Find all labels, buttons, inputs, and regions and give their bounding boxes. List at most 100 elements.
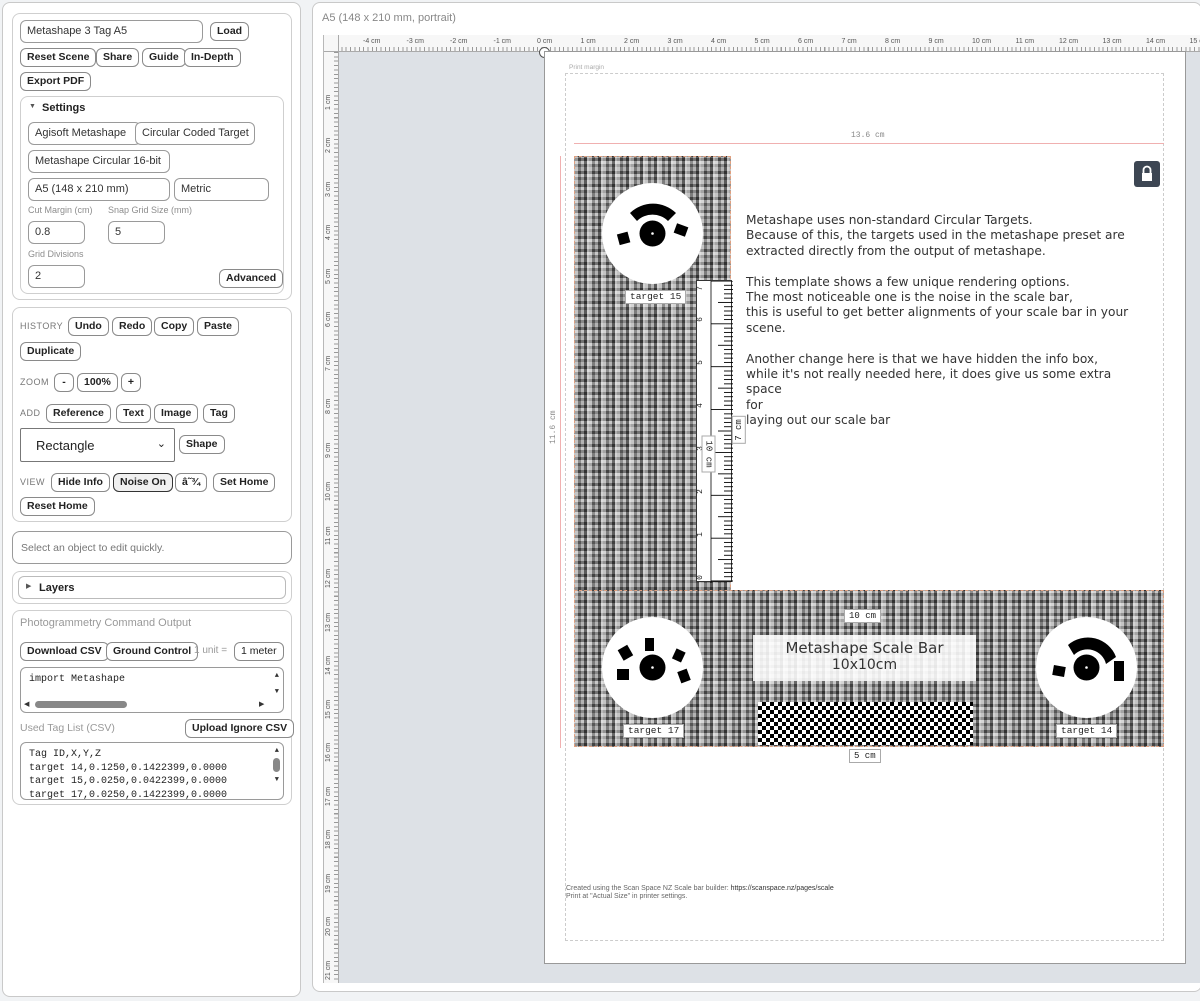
target-15-marker[interactable] bbox=[602, 183, 703, 284]
description-text[interactable]: Metashape uses non-standard Circular Tar… bbox=[746, 213, 1146, 429]
ruler-v-label: 20 cm bbox=[325, 916, 332, 936]
zoom-out-button[interactable]: - bbox=[54, 373, 74, 392]
share-button[interactable]: Share bbox=[96, 48, 140, 67]
ruler-number: 4 bbox=[695, 403, 705, 408]
ruler-v-label: 13 cm bbox=[325, 612, 332, 632]
canvas-area[interactable]: -4 cm -3 cm -2 cm -1 cm 0 cm 1 cm 2 cm 3 cm 4 cm… bbox=[323, 35, 1200, 983]
scale-bar-title-box[interactable]: Metashape Scale Bar 10x10cm bbox=[753, 635, 976, 681]
width-dimension-line bbox=[574, 143, 1164, 144]
settings-panel: ▼ Settings Agisoft Metashape Circular Co… bbox=[20, 96, 284, 294]
scroll-up-icon[interactable]: ▲ bbox=[275, 672, 279, 680]
scroll-left-icon[interactable]: ◀ bbox=[24, 700, 29, 709]
text-line: scene. bbox=[746, 320, 786, 335]
code-output[interactable]: import Metashape ▲ ▼ ◀ ▶ bbox=[20, 667, 284, 713]
target-14-marker[interactable] bbox=[1036, 617, 1137, 718]
add-reference-button[interactable]: Reference bbox=[46, 404, 111, 423]
ruler-v-label: 9 cm bbox=[325, 442, 332, 458]
guide-button[interactable]: Guide bbox=[142, 48, 186, 67]
reset-scene-button[interactable]: Reset Scene bbox=[20, 48, 97, 67]
scroll-down-icon[interactable]: ▼ bbox=[275, 776, 279, 784]
ruler-v-label: 5 cm bbox=[325, 268, 332, 284]
lock-icon[interactable] bbox=[1134, 161, 1160, 187]
add-image-button[interactable]: Image bbox=[154, 404, 199, 423]
cut-margin-label: Cut Margin (cm) bbox=[28, 205, 93, 215]
horizontal-scrollbar[interactable] bbox=[35, 701, 127, 708]
redo-button[interactable]: Redo bbox=[112, 317, 153, 336]
cut-margin-input[interactable]: 0.8 bbox=[28, 221, 85, 244]
scroll-up-icon[interactable]: ▲ bbox=[275, 747, 279, 755]
dictionary-select[interactable]: Metashape Circular 16-bit bbox=[28, 150, 170, 173]
ruler-h-label: 9 cm bbox=[928, 38, 944, 45]
ruler-h-label: 1 cm bbox=[580, 38, 596, 45]
hide-info-button[interactable]: Hide Info bbox=[51, 473, 110, 492]
target-type-select[interactable]: Circular Coded Target bbox=[135, 122, 255, 145]
scroll-down-icon[interactable]: ▼ bbox=[275, 688, 279, 696]
text-line: while it's not really needed here, it do… bbox=[746, 367, 1112, 397]
add-text-button[interactable]: Text bbox=[116, 404, 151, 423]
ruler-h-label: 0 cm bbox=[537, 38, 553, 45]
quick-edit-box[interactable]: Select an object to edit quickly. bbox=[12, 531, 292, 564]
load-button[interactable]: Load bbox=[210, 22, 250, 41]
ruler-h-label: -4 cm bbox=[363, 38, 381, 45]
undo-button[interactable]: Undo bbox=[68, 317, 109, 336]
upload-ignore-csv-button[interactable]: Upload Ignore CSV bbox=[185, 719, 295, 738]
vertical-scrollbar[interactable] bbox=[273, 758, 280, 772]
project-panel: Metashape 3 Tag A5 Load Reset Scene Shar… bbox=[12, 13, 292, 300]
target-15-label: target 15 bbox=[625, 290, 687, 304]
text-line: Because of this, the targets used in the… bbox=[746, 228, 1125, 243]
footer-link[interactable]: https://scanspace.nz/pages/scale bbox=[731, 885, 834, 892]
export-pdf-button[interactable]: Export PDF bbox=[20, 72, 92, 91]
height-dimension-line bbox=[560, 156, 561, 748]
ruler-h-label: -2 cm bbox=[450, 38, 468, 45]
target-17-marker[interactable] bbox=[602, 617, 703, 718]
download-csv-button[interactable]: Download CSV bbox=[20, 642, 109, 661]
advanced-button[interactable]: Advanced bbox=[219, 269, 284, 288]
set-home-button[interactable]: Set Home bbox=[213, 473, 276, 492]
ruler-h-label: 3 cm bbox=[667, 38, 683, 45]
zoom-in-button[interactable]: + bbox=[121, 373, 141, 392]
csv-output[interactable]: Tag ID,X,Y,Z target 14,0.1250,0.1422399,… bbox=[20, 742, 284, 800]
paragraph-1: Metashape uses non-standard Circular Tar… bbox=[746, 213, 1146, 259]
text-line: for bbox=[746, 397, 763, 412]
checkerboard-pattern[interactable] bbox=[758, 702, 973, 745]
software-select[interactable]: Agisoft Metashape bbox=[28, 122, 141, 145]
scroll-right-icon[interactable]: ▶ bbox=[259, 700, 264, 709]
noise-on-button[interactable]: Noise On bbox=[113, 473, 174, 492]
scale-bar-title: Metashape Scale Bar bbox=[785, 639, 944, 657]
ruler-v-label: 7 cm bbox=[325, 355, 332, 371]
caret-down-icon[interactable]: ▼ bbox=[29, 103, 36, 110]
zoom-label: ZOOM bbox=[20, 377, 49, 387]
in-depth-button[interactable]: In-Depth bbox=[184, 48, 241, 67]
duplicate-button[interactable]: Duplicate bbox=[20, 342, 82, 361]
paste-button[interactable]: Paste bbox=[197, 317, 240, 336]
canvas-panel: A5 (148 x 210 mm, portrait) -4 cm -3 cm -2… bbox=[312, 2, 1200, 992]
output-title: Photogrammetry Command Output bbox=[20, 617, 192, 629]
unit-select[interactable]: 1 meter bbox=[234, 642, 284, 661]
csv-line: target 17,0.0250,0.1422399,0.0000 bbox=[29, 789, 228, 800]
add-shape-button[interactable]: Shape bbox=[179, 435, 225, 454]
ruler-v-label: 14 cm bbox=[325, 655, 332, 675]
shape-select[interactable]: Rectangle ⌄ bbox=[20, 428, 175, 462]
text-line: extracted directly from the output of me… bbox=[746, 243, 1046, 258]
vertical-scale-ruler[interactable]: 0 1 2 3 4 5 6 7 bbox=[695, 280, 733, 583]
grid-divisions-input[interactable]: 2 bbox=[28, 265, 85, 288]
project-name-input[interactable]: Metashape 3 Tag A5 bbox=[20, 20, 203, 43]
layers-toggle[interactable]: ▶ Layers bbox=[18, 576, 286, 599]
ruler-h-label: 11 cm bbox=[1015, 38, 1035, 45]
snap-grid-input[interactable]: 5 bbox=[108, 221, 165, 244]
reset-home-button[interactable]: Reset Home bbox=[20, 497, 95, 516]
copy-button[interactable]: Copy bbox=[154, 317, 195, 336]
csv-line: Tag ID,X,Y,Z bbox=[29, 749, 102, 760]
add-tag-button[interactable]: Tag bbox=[203, 404, 235, 423]
footer-line-2: Print at "Actual Size" in printer settin… bbox=[566, 893, 688, 900]
zoom-level[interactable]: 100% bbox=[77, 373, 118, 392]
ruler-v-label: 2 cm bbox=[325, 137, 332, 153]
units-select[interactable]: Metric bbox=[174, 178, 269, 201]
theme-toggle-button[interactable]: â˜¾ bbox=[175, 473, 208, 492]
ruler-h-label: 6 cm bbox=[798, 38, 814, 45]
settings-title[interactable]: Settings bbox=[42, 102, 85, 114]
paper-size-select[interactable]: A5 (148 x 210 mm) bbox=[28, 178, 170, 201]
ground-control-button[interactable]: Ground Control bbox=[106, 642, 199, 661]
